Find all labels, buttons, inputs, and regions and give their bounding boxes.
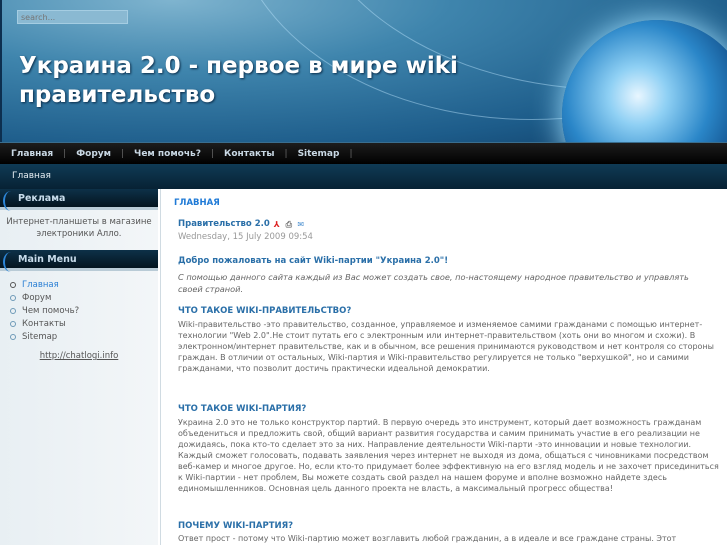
nav-separator: | [121, 148, 125, 159]
search-input[interactable] [17, 10, 128, 24]
menu-item-forum[interactable]: Форум [10, 291, 158, 304]
breadcrumb: Главная [0, 164, 727, 189]
page-heading: ГЛАВНАЯ [174, 198, 220, 208]
nav-separator: | [349, 148, 353, 159]
nav-separator: | [210, 148, 214, 159]
main-menu-title: Main Menu [0, 250, 158, 272]
menu-item-label: Контакты [22, 318, 66, 329]
bullet-icon [10, 333, 16, 340]
menu-item-help[interactable]: Чем помочь? [10, 304, 158, 317]
bullet-icon [10, 307, 16, 314]
menu-item-sitemap[interactable]: Sitemap [10, 330, 158, 343]
article-header: Правительство 2.0 ⅄ ⎙ ✉ [178, 219, 727, 229]
chatlogi-link[interactable]: http://chatlogi.info [0, 351, 158, 361]
main-content: ГЛАВНАЯ Правительство 2.0 ⅄ ⎙ ✉ Wednesda… [160, 189, 727, 545]
site-title: Украина 2.0 - первое в мире wiki правите… [19, 53, 458, 108]
bullet-icon [10, 294, 16, 301]
ad-module: Интернет-планшеты в магазине электроники… [0, 210, 158, 250]
sidebar: Реклама Интернет-планшеты в магазине эле… [0, 189, 158, 545]
menu-item-label: Главная [22, 279, 59, 290]
nav-separator: | [284, 148, 288, 159]
ad-module-title: Реклама [0, 189, 158, 211]
menu-item-label: Sitemap [22, 331, 58, 342]
intro-text: С помощью данного сайта каждый из Вас мо… [178, 272, 689, 294]
ad-link[interactable]: Интернет-планшеты [6, 217, 99, 227]
article-date: Wednesday, 15 July 2009 09:54 [178, 232, 313, 242]
nav-sitemap[interactable]: Sitemap [298, 149, 340, 159]
breadcrumb-item: Главная [12, 171, 51, 181]
top-nav: Главная | Форум | Чем помочь? | Контакты | S… [0, 142, 727, 164]
print-icon[interactable]: ⎙ [284, 220, 294, 229]
nav-forum[interactable]: Форум [76, 149, 111, 159]
main-menu: Главная Форум Чем помочь? Контакты Sitem… [0, 271, 158, 343]
welcome-heading: Добро пожаловать на сайт Wiki-партии "Ук… [178, 256, 449, 266]
nav-help[interactable]: Чем помочь? [134, 149, 201, 159]
nav-home[interactable]: Главная [11, 149, 53, 159]
bullet-icon [10, 281, 16, 288]
pdf-icon[interactable]: ⅄ [272, 220, 282, 229]
nav-contacts[interactable]: Контакты [224, 149, 275, 159]
section-heading: ПОЧЕМУ WIKI-ПАРТИЯ? [178, 521, 294, 531]
site-header: Украина 2.0 - первое в мире wiki правите… [0, 0, 727, 142]
email-icon[interactable]: ✉ [296, 220, 306, 229]
nav-separator: | [63, 148, 67, 159]
section-text: Wiki-правительство -это правительство, с… [178, 320, 714, 373]
section-text: Ответ прост - потому что Wiki-партию мож… [178, 534, 677, 543]
bullet-icon [10, 320, 16, 327]
section-text: Украина 2.0 это не только конструктор па… [178, 418, 719, 493]
menu-item-contacts[interactable]: Контакты [10, 317, 158, 330]
menu-item-label: Чем помочь? [22, 305, 80, 316]
menu-item-home[interactable]: Главная [10, 278, 158, 291]
section-heading: ЧТО ТАКОЕ WIKI-ПАРТИЯ? [178, 404, 307, 414]
menu-item-label: Форум [22, 292, 52, 303]
article-title[interactable]: Правительство 2.0 [178, 219, 270, 229]
section-heading: ЧТО ТАКОЕ WIKI-ПРАВИТЕЛЬСТВО? [178, 306, 352, 316]
